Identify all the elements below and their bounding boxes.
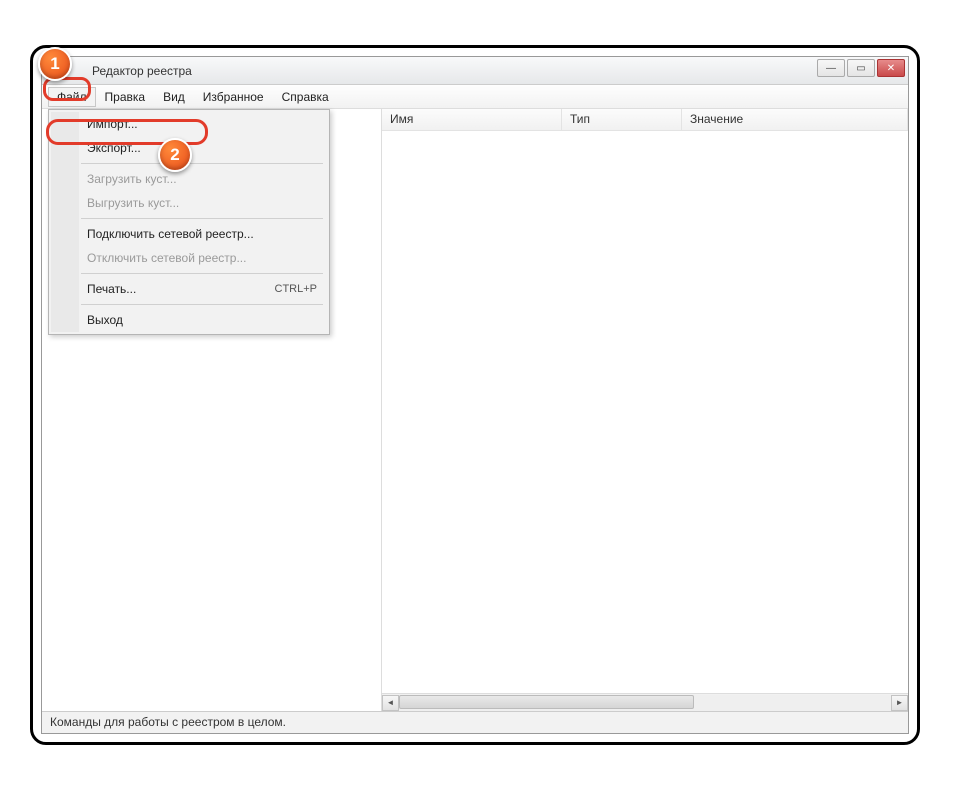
menu-view[interactable]: Вид [154,87,194,107]
menu-separator [81,163,323,164]
callout-number: 2 [170,145,179,165]
menu-item-label: Отключить сетевой реестр... [87,251,246,265]
file-menu-dropdown: Импорт... Экспорт... Загрузить куст... В… [48,109,330,335]
menu-file[interactable]: Файл [48,87,96,107]
menu-item-shortcut: CTRL+P [275,283,318,295]
menu-item-label: Выгрузить куст... [87,196,179,210]
minimize-button[interactable]: — [817,59,845,77]
menu-favorites[interactable]: Избранное [194,87,273,107]
menu-separator [81,304,323,305]
scroll-thumb[interactable] [399,695,694,709]
statusbar: Команды для работы с реестром в целом. [42,711,908,733]
menu-item-label: Загрузить куст... [87,172,177,186]
menu-item-label: Импорт... [87,117,138,131]
menu-item-print[interactable]: Печать... CTRL+P [51,277,327,301]
column-value[interactable]: Значение [682,109,908,130]
titlebar[interactable]: Редактор реестра — ▭ ✕ [42,57,908,85]
menu-separator [81,218,323,219]
horizontal-scrollbar[interactable]: ◄ ► [382,693,908,711]
annotation-callout-1: 1 [38,47,72,81]
column-name[interactable]: Имя [382,109,562,130]
menu-separator [81,273,323,274]
scroll-track[interactable] [399,695,891,711]
menu-help[interactable]: Справка [273,87,338,107]
menu-item-exit[interactable]: Выход [51,308,327,332]
menubar: Файл Правка Вид Избранное Справка [42,85,908,109]
menu-item-label: Выход [87,313,123,327]
list-body[interactable] [382,131,908,693]
close-icon: ✕ [887,63,895,74]
maximize-button[interactable]: ▭ [847,59,875,77]
maximize-icon: ▭ [856,63,865,74]
window-title: Редактор реестра [92,64,192,78]
scroll-left-button[interactable]: ◄ [382,695,399,711]
callout-number: 1 [50,54,59,74]
menu-item-label: Экспорт... [87,141,141,155]
menu-edit[interactable]: Правка [96,87,155,107]
menu-item-label: Печать... [87,282,136,296]
menu-item-import[interactable]: Импорт... [51,112,327,136]
close-button[interactable]: ✕ [877,59,905,77]
menu-item-disconnect-network: Отключить сетевой реестр... [51,246,327,270]
annotation-callout-2: 2 [158,138,192,172]
menu-item-unload-hive: Выгрузить куст... [51,191,327,215]
chevron-right-icon: ► [896,698,904,707]
menu-item-load-hive: Загрузить куст... [51,167,327,191]
registry-list-pane: Имя Тип Значение ◄ ► [382,109,908,711]
menu-item-connect-network[interactable]: Подключить сетевой реестр... [51,222,327,246]
window-controls: — ▭ ✕ [817,59,905,77]
column-type[interactable]: Тип [562,109,682,130]
scroll-right-button[interactable]: ► [891,695,908,711]
chevron-left-icon: ◄ [387,698,395,707]
list-header: Имя Тип Значение [382,109,908,131]
status-text: Команды для работы с реестром в целом. [50,715,286,729]
minimize-icon: — [826,63,836,74]
menu-item-label: Подключить сетевой реестр... [87,227,254,241]
